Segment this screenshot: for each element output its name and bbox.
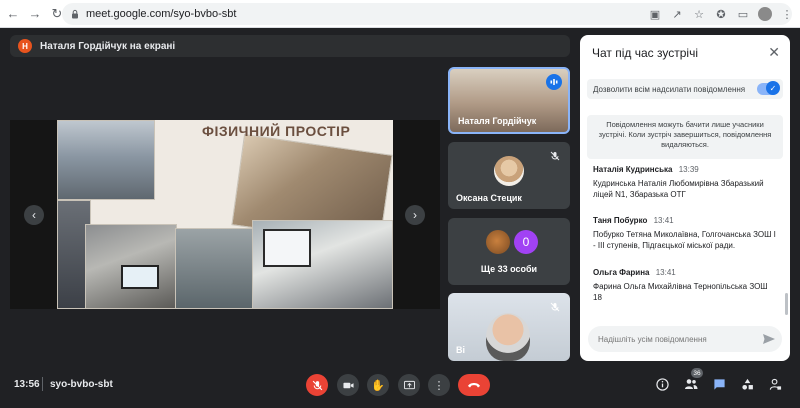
presentation-slide: ФІЗИЧНИЙ ПРОСТІР [57,120,393,309]
previous-arrow-icon[interactable]: ‹ [24,205,44,225]
browser-toolbar: ← → ↻ meet.google.com/syo-bvbo-sbt ▣ ↗ ☆… [0,0,800,28]
allow-messages-label: Дозволити всім надсилати повідомлення [593,84,746,94]
message-text: Кудринська Наталія Любомирівна Збаразьки… [593,179,764,199]
more-participants-tile[interactable]: 0 Ще 33 особи [448,218,570,285]
message-text: Фарина Ольга Михайлівна Тернопільська ЗО… [593,282,768,302]
back-icon[interactable]: ← [4,5,22,23]
meeting-info-icon[interactable] [654,376,670,392]
mic-off-button[interactable] [306,374,328,396]
allow-messages-row: Дозволити всім надсилати повідомлення ✓ [587,79,783,99]
avatar: 0 [514,230,538,254]
message-author: Ольга Фарина [593,268,650,277]
allow-messages-toggle[interactable]: ✓ [757,81,780,95]
camera-icon [342,382,354,388]
participant-tile[interactable]: Оксана Стецик [448,142,570,209]
host-controls-icon[interactable] [767,376,783,392]
chat-panel: Чат під час зустрічі ✕ Дозволити всім на… [580,35,790,361]
slide-photo [175,228,255,309]
presenter-banner: Н Наталя Гордійчук на екрані [10,35,570,57]
participant-tile[interactable]: Ві [448,293,570,361]
chat-icon[interactable] [711,376,727,392]
chat-message: Наталія Кудринська 13:39 Кудринська Ната… [593,165,778,200]
check-icon: ✓ [766,81,780,95]
monitor-screen [121,265,159,289]
avatar [494,156,524,186]
meeting-time: 13:56 [14,379,40,390]
participant-name: Ві [456,345,465,355]
slide-photo [252,220,393,309]
chat-title: Чат під час зустрічі [592,46,698,60]
menu-icon[interactable]: ⋮ [780,7,794,21]
message-time: 13:39 [678,165,699,174]
next-arrow-icon[interactable]: › [405,205,425,225]
avatar [486,230,510,254]
meeting-code: syo-bvbo-sbt [50,379,113,390]
slide-photo [57,120,155,200]
chat-scrollbar[interactable] [785,293,788,315]
divider [42,377,43,391]
message-author: Наталія Кудринська [593,165,673,174]
message-time: 13:41 [655,268,676,277]
speaking-indicator-icon [546,74,562,90]
hand-icon: ✋ [371,379,385,392]
more-participants-label: Ще 33 особи [480,264,538,274]
meet-window: ← → ↻ meet.google.com/syo-bvbo-sbt ▣ ↗ ☆… [0,0,800,408]
slide-photo [85,224,177,309]
monitor-screen [263,229,311,267]
profile-avatar[interactable] [758,7,772,21]
presenter-avatar: Н [18,39,32,53]
leave-call-button[interactable] [458,374,490,396]
star-icon[interactable]: ☆ [692,7,706,21]
message-author: Таня Побурко [593,216,648,225]
browser-actions: ▣ ↗ ☆ ✪ ▭ ⋮ [648,3,794,25]
forward-icon[interactable]: → [26,5,44,23]
people-icon[interactable] [683,376,699,392]
mic-off-icon [548,300,562,314]
share-icon[interactable]: ↗ [670,7,684,21]
meeting-controls-bar: 13:56 syo-bvbo-sbt ✋ ⋮ 36 [0,361,800,408]
avatar-stack: 0 [486,230,538,254]
mic-off-icon [312,380,322,390]
participant-name: Оксана Стецик [456,193,522,203]
shared-screen[interactable]: ФІЗИЧНИЙ ПРОСТІР [10,120,440,309]
message-time: 13:41 [653,216,674,225]
camera-button[interactable] [337,374,359,396]
chat-message-input[interactable] [588,326,782,352]
sidebar-icon[interactable]: ▭ [736,7,750,21]
chat-message: Ольга Фарина 13:41 Фарина Ольга Михайлів… [593,268,778,303]
activities-icon[interactable] [739,376,755,392]
participant-video [486,313,530,361]
message-text: Побурко Тетяна Миколаївна, Голгочанська … [593,230,776,250]
chat-message: Таня Побурко 13:41 Побурко Тетяна Микола… [593,216,778,251]
presenter-banner-text: Наталя Гордійчук на екрані [40,40,176,52]
phone-hangup-icon [468,383,480,388]
participant-tile[interactable]: Наталя Гордійчук [448,67,570,134]
extensions-icon[interactable]: ✪ [714,7,728,21]
raise-hand-button[interactable]: ✋ [367,374,389,396]
url-text: meet.google.com/syo-bvbo-sbt [86,8,237,20]
more-options-button[interactable]: ⋮ [428,374,450,396]
participants-count-badge: 36 [691,368,703,378]
present-button[interactable] [398,374,420,396]
participant-name: Наталя Гордійчук [458,116,537,126]
chat-notice: Повідомлення можуть бачити лише учасники… [587,115,783,159]
slide-title: ФІЗИЧНИЙ ПРОСТІР [202,123,351,139]
lock-icon [72,9,78,19]
send-icon[interactable] [762,332,776,346]
mic-off-icon [548,149,562,163]
camera-indicator-icon[interactable]: ▣ [648,7,662,21]
close-icon[interactable]: ✕ [768,44,780,61]
more-vert-icon: ⋮ [433,379,445,392]
present-screen-icon [403,380,415,389]
